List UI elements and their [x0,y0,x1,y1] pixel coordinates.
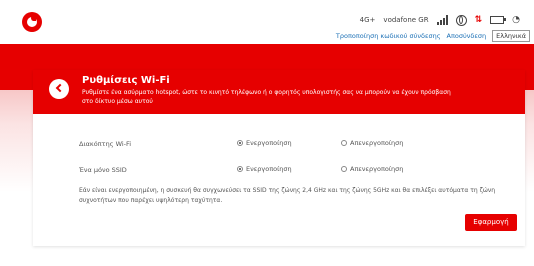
radio-selected-icon [237,166,243,172]
card-header: Ρυθμίσεις Wi-Fi Ρυθμίστε ένα ασύρματο ho… [33,70,525,114]
wifi-switch-disable-radio[interactable]: Απενεργοποίηση [341,139,403,147]
wifi-switch-label: Διακόπτης Wi-Fi [79,140,132,148]
radio-unselected-icon [341,140,347,146]
radio-unselected-icon [341,166,347,172]
single-ssid-enable-radio[interactable]: Ενεργοποίηση [237,165,292,173]
radio-label: Ενεργοποίηση [246,165,292,173]
single-ssid-label: Ένα μόνο SSID [79,166,127,174]
signal-icon [436,15,448,25]
internet-icon [455,14,467,26]
wifi-settings-card: Ρυθμίσεις Wi-Fi Ρυθμίστε ένα ασύρματο ho… [33,70,525,246]
wifi-icon: ◔ [512,15,520,25]
page-title: Ρυθμίσεις Wi-Fi [82,75,170,86]
change-password-link[interactable]: Τροποποίηση κωδικού σύνδεσης [336,32,441,40]
status-bar: 4G+ vodafone GR ⇅ ◔ [360,13,520,27]
vodafone-logo[interactable] [22,12,42,32]
apply-button[interactable]: Εφαρμογή [465,214,517,231]
battery-icon [490,16,507,24]
radio-label: Απενεργοποίηση [350,165,404,173]
radio-selected-icon [237,140,243,146]
single-ssid-note: Εάν είναι ενεργοποιημένη, η συσκευή θα σ… [79,187,496,204]
data-transfer-icon: ⇅ [474,15,483,25]
radio-label: Ενεργοποίηση [246,139,292,147]
back-button[interactable] [49,79,69,99]
wifi-switch-enable-radio[interactable]: Ενεργοποίηση [237,139,292,147]
operator-name: vodafone GR [383,16,429,24]
page-subtitle: Ρυθμίστε ένα ασύρματο hotspot, ώστε το κ… [82,89,451,105]
logout-link[interactable]: Αποσύνδεση [447,32,487,40]
top-bar: 4G+ vodafone GR ⇅ ◔ Τροποποίηση κωδικού … [0,0,534,44]
radio-label: Απενεργοποίηση [350,139,404,147]
header-links: Τροποποίηση κωδικού σύνδεσης Αποσύνδεση … [336,30,530,42]
language-select[interactable]: Ελληνικά [492,30,530,42]
network-type: 4G+ [359,16,376,24]
single-ssid-disable-radio[interactable]: Απενεργοποίηση [341,165,403,173]
